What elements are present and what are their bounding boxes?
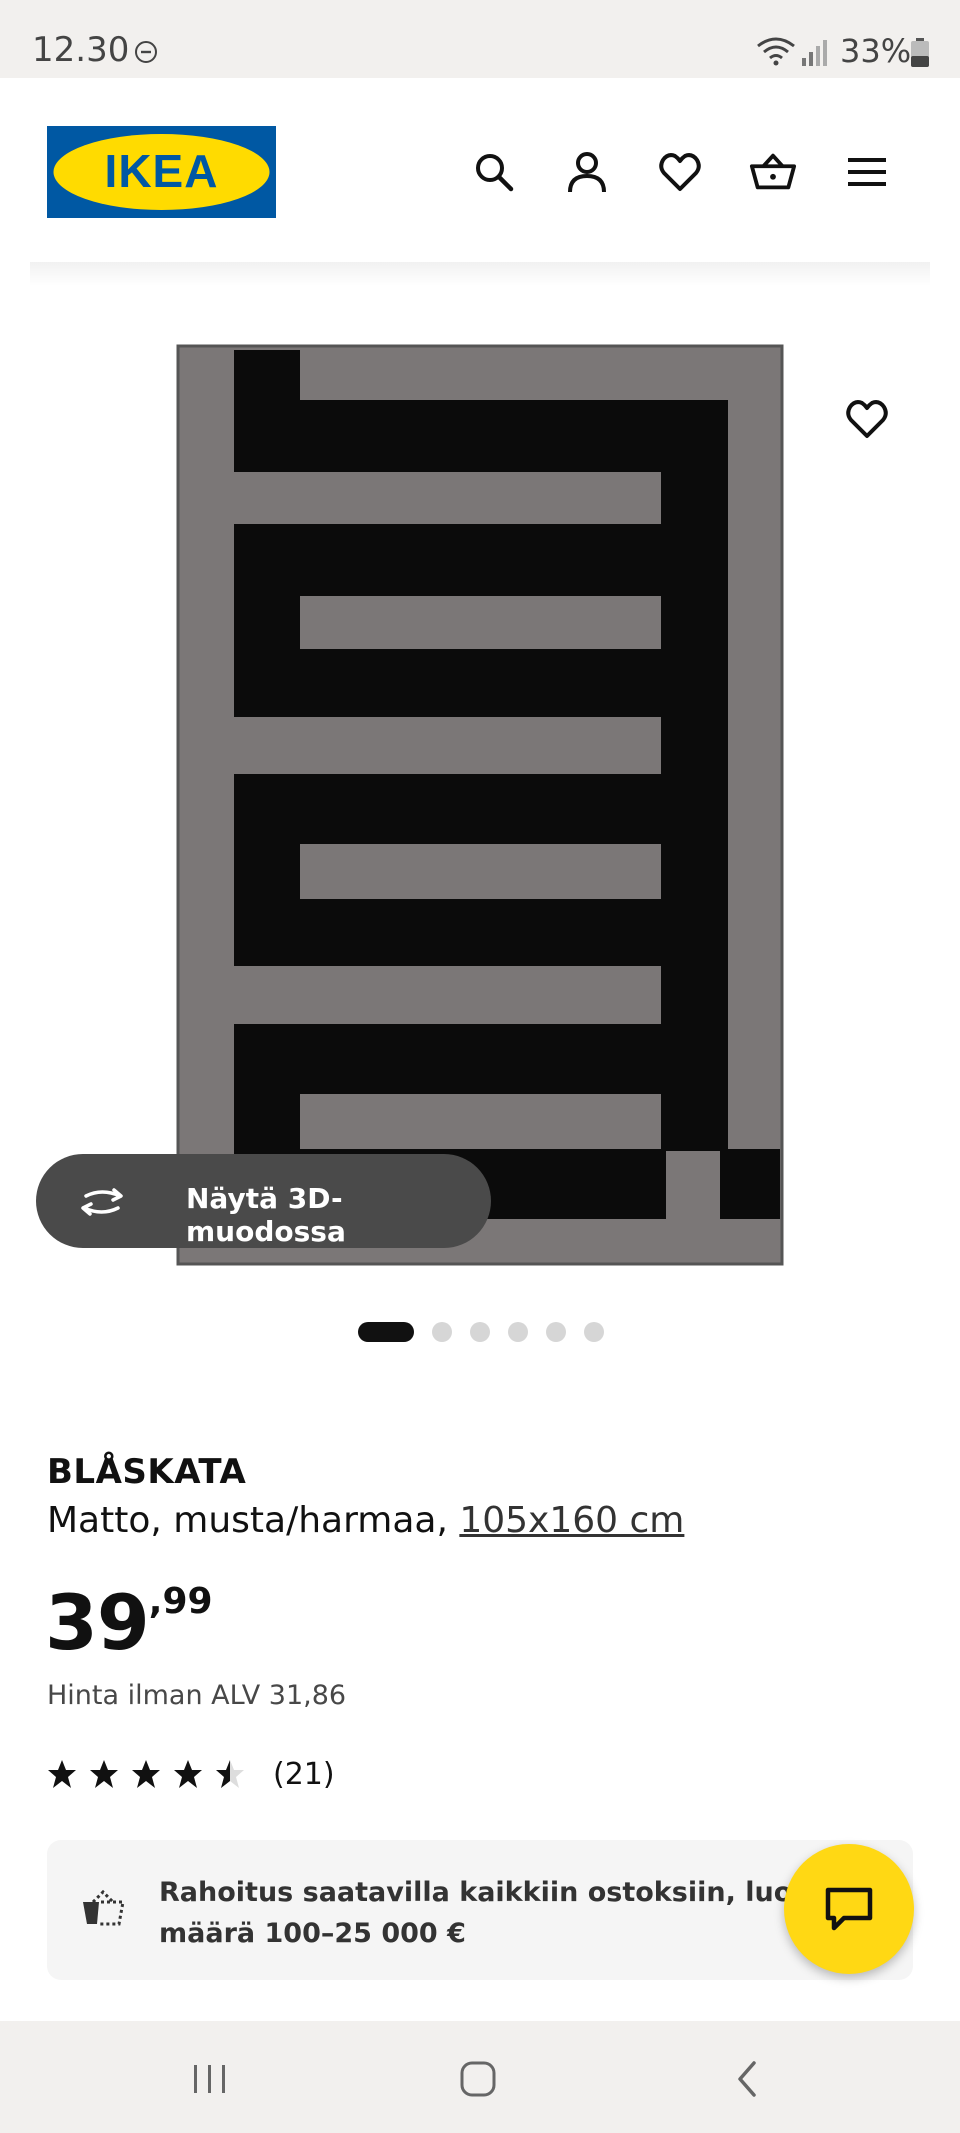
carousel-indicator [358, 1322, 604, 1342]
cart-button[interactable] [749, 148, 797, 196]
battery-icon [911, 38, 929, 67]
carousel-dot[interactable] [546, 1322, 566, 1342]
product-description: Matto, musta/harmaa, 105x160 cm [47, 1500, 684, 1541]
rating-count: (21) [273, 1756, 335, 1792]
star-full-icon [174, 1760, 202, 1788]
product-price: 39,99 [45, 1578, 213, 1667]
image-wishlist-button[interactable] [840, 392, 894, 446]
carousel-dot-active[interactable] [358, 1322, 414, 1342]
home-icon[interactable] [456, 2057, 500, 2101]
account-icon [568, 152, 606, 193]
ikea-logo[interactable]: IKEA [47, 126, 276, 218]
price-integer: 39 [45, 1578, 150, 1667]
product-rating[interactable]: (21) [47, 1756, 335, 1792]
star-half-icon [216, 1760, 244, 1788]
chat-bubble-icon [825, 1887, 873, 1931]
do-not-disturb-icon [135, 41, 157, 63]
view-3d-button[interactable]: Näytä 3D-muodossa [36, 1154, 491, 1248]
carousel-dot[interactable] [584, 1322, 604, 1342]
status-bar: 12.30 33% [0, 0, 960, 78]
star-full-icon [132, 1760, 160, 1788]
product-image-rug[interactable] [176, 344, 784, 1266]
price-excluding-vat: Hinta ilman ALV 31,86 [47, 1680, 347, 1711]
logo-text: IKEA [105, 145, 219, 197]
cart-icon [749, 153, 797, 190]
recent-apps-icon[interactable] [188, 2057, 232, 2101]
product-size-link[interactable]: 105x160 cm [459, 1500, 684, 1541]
carousel-dot[interactable] [432, 1322, 452, 1342]
menu-icon [848, 158, 886, 186]
battery-percentage: 33% [840, 32, 912, 70]
chat-button[interactable] [784, 1844, 914, 1974]
product-type: Matto, musta/harmaa, [47, 1500, 448, 1541]
star-full-icon [48, 1760, 76, 1788]
rotate-3d-icon [81, 1188, 123, 1216]
wishlist-button[interactable] [656, 148, 704, 196]
menu-button[interactable] [843, 148, 891, 196]
header-shadow [30, 262, 930, 286]
financing-text: Rahoitus saatavilla kaikkiin ostoksiin, … [159, 1877, 843, 1949]
financing-icon [83, 1889, 125, 1926]
account-button[interactable] [563, 148, 611, 196]
price-decimal: ,99 [148, 1581, 213, 1622]
star-full-icon [90, 1760, 118, 1788]
search-icon [476, 154, 514, 192]
signal-icon [802, 40, 827, 66]
product-name: BLÅSKATA [47, 1452, 247, 1492]
system-navigation-bar [0, 2021, 960, 2133]
heart-icon [846, 400, 888, 438]
carousel-dot[interactable] [508, 1322, 528, 1342]
wishlist-icon [659, 153, 701, 191]
carousel-dot[interactable] [470, 1322, 490, 1342]
wifi-icon [757, 37, 795, 66]
search-button[interactable] [470, 148, 518, 196]
back-icon[interactable] [726, 2057, 770, 2101]
status-time: 12.30 [32, 30, 130, 70]
view-3d-label: Näytä 3D-muodossa [186, 1182, 346, 1248]
